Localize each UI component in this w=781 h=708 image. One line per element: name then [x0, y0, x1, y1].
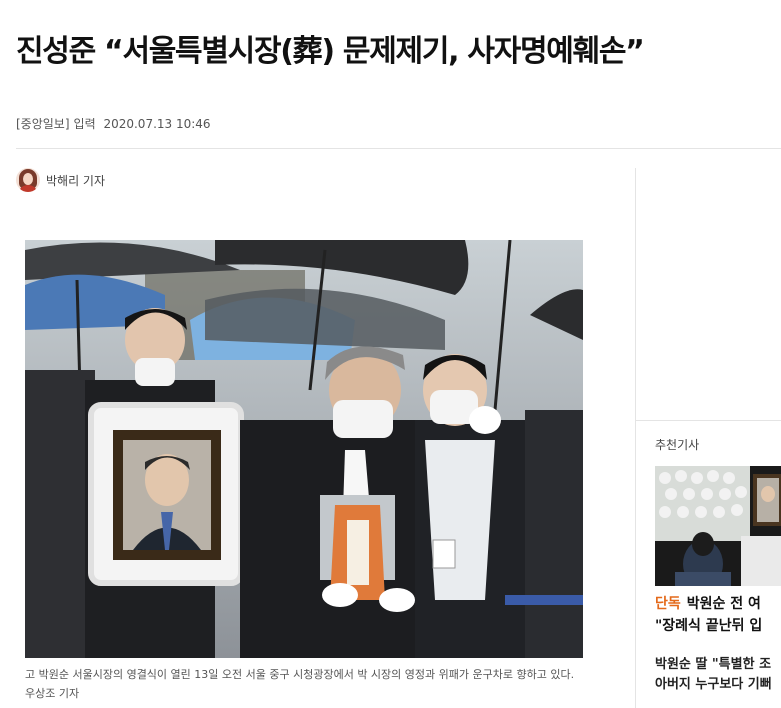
article-2-line2[interactable]: 아버지 누구보다 기뻐 — [655, 675, 781, 695]
article-headline: 진성준 “서울특별시장(葬) 문제제기, 사자명예훼손” — [16, 34, 645, 69]
article-2-line1[interactable]: 박원순 딸 "특별한 조 — [655, 655, 781, 675]
header-divider — [16, 148, 781, 149]
reporter-avatar[interactable] — [16, 168, 40, 192]
recommended-thumbnail[interactable] — [655, 466, 781, 586]
article-1-line2[interactable]: "장례식 끝난뒤 입 — [655, 615, 781, 637]
byline[interactable]: 박해리 기자 — [16, 168, 105, 192]
sidebar-divider — [636, 420, 781, 421]
column-divider — [635, 168, 636, 708]
altar-photo-illustration — [655, 466, 781, 586]
recommended-title: 추천기사 — [655, 438, 700, 452]
photo-caption: 고 박원순 서울시장의 영결식이 열린 13일 오전 서울 중구 시청광장에서 … — [25, 668, 575, 700]
input-label: 입력 — [73, 117, 96, 131]
article-1-line1[interactable]: 박원순 전 여 — [687, 596, 761, 612]
source-label[interactable]: [중앙일보] — [16, 117, 70, 131]
article-photo — [25, 240, 583, 658]
recommended-article-1[interactable]: 단독 박원순 전 여 "장례식 끝난뒤 입 — [655, 593, 781, 637]
funeral-photo-illustration — [25, 240, 583, 658]
reporter-name[interactable]: 박해리 기자 — [46, 172, 105, 189]
article-meta: [중앙일보] 입력 2020.07.13 10:46 — [16, 115, 215, 132]
recommended-article-2[interactable]: 박원순 딸 "특별한 조 아버지 누구보다 기뻐 — [655, 655, 781, 695]
exclusive-tag: 단독 — [655, 596, 681, 612]
publish-datetime: 2020.07.13 10:46 — [103, 117, 211, 131]
